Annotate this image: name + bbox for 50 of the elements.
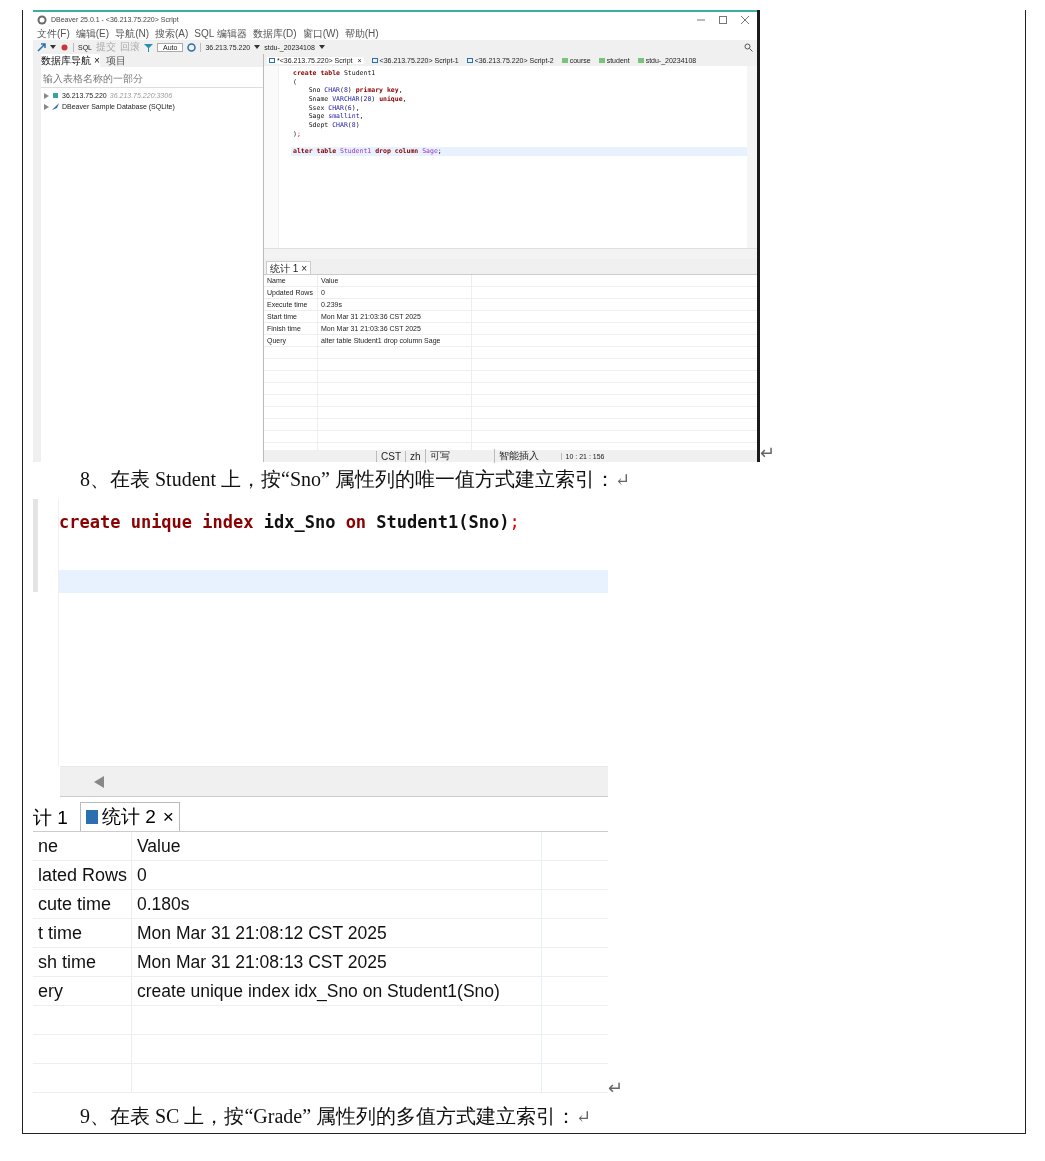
close-icon[interactable] bbox=[741, 15, 749, 24]
connect-icon[interactable] bbox=[37, 42, 46, 52]
result-tab[interactable]: 计 1 bbox=[33, 805, 72, 831]
table-cell: 0 bbox=[132, 861, 542, 889]
table-cell: Mon Mar 31 21:08:13 CST 2025 bbox=[132, 948, 542, 976]
result-tab[interactable]: 统计 1 × bbox=[266, 261, 312, 274]
table-cell: sh time bbox=[33, 948, 132, 976]
menu-item[interactable]: 帮助(H) bbox=[344, 26, 379, 41]
dropdown-arrow-icon[interactable] bbox=[254, 44, 261, 50]
panel-tab[interactable]: 数据库导航 × bbox=[41, 53, 100, 68]
panel-tab[interactable]: 项目 bbox=[105, 53, 126, 68]
filter-icon[interactable] bbox=[144, 42, 153, 52]
dropdown-arrow-icon[interactable] bbox=[50, 44, 56, 50]
table-cell: lated Rows bbox=[33, 861, 132, 889]
status-item: CST bbox=[376, 450, 405, 462]
status-item: zh bbox=[405, 450, 425, 462]
menu-item[interactable]: 编辑(E) bbox=[75, 26, 110, 41]
result-tab[interactable]: 统计 2 × bbox=[79, 802, 180, 831]
table-cell: ery bbox=[33, 977, 132, 1005]
scroll-bar[interactable] bbox=[747, 66, 757, 248]
close-icon[interactable]: × bbox=[301, 263, 308, 274]
maximize-icon[interactable] bbox=[719, 15, 727, 24]
return-mark: ↵ bbox=[760, 444, 775, 462]
table-cell: t time bbox=[33, 919, 132, 947]
code-line: create unique index idx_Sno on Student1(Sno); bbox=[59, 511, 521, 533]
table-cell: Value bbox=[132, 832, 542, 860]
status-item: 可写 bbox=[424, 449, 454, 463]
dropdown-arrow-icon[interactable] bbox=[318, 44, 325, 50]
menu-item[interactable]: 窗口(W) bbox=[302, 26, 339, 41]
table-cell: Mon Mar 31 21:08:12 CST 2025 bbox=[132, 919, 542, 947]
close-icon[interactable]: × bbox=[94, 54, 100, 66]
paragraph: 8、在表 Student 上，按“Sno” 属性列的唯一值方式建立索引：↵ bbox=[80, 467, 632, 492]
search-icon[interactable] bbox=[744, 42, 753, 52]
server-icon bbox=[52, 92, 59, 99]
menu-item[interactable]: 导航(N) bbox=[115, 26, 149, 41]
menu-item[interactable]: 数据库(D) bbox=[252, 26, 297, 41]
menu-item[interactable]: SQL 编辑器 bbox=[194, 26, 247, 41]
return-mark: ↵ bbox=[608, 1079, 623, 1097]
feather-icon bbox=[52, 103, 59, 110]
table-cell: create unique index idx_Sno on Student1(Sno) bbox=[132, 977, 542, 1005]
scroll-bar[interactable] bbox=[60, 766, 608, 797]
paragraph: 9、在表 SC 上，按“Grade” 属性列的多值方式建立索引：↵ bbox=[80, 1104, 593, 1129]
close-icon[interactable]: × bbox=[162, 806, 174, 828]
status-item: 智能插入 bbox=[493, 449, 543, 463]
table-cell: ne bbox=[33, 832, 132, 860]
table-cell: 0.180s bbox=[132, 890, 542, 918]
menu-item[interactable]: 搜索(A) bbox=[155, 26, 189, 41]
table-cell: cute time bbox=[33, 890, 132, 918]
menu-item[interactable]: 文件(F) bbox=[37, 26, 70, 41]
scroll-left-icon[interactable] bbox=[94, 775, 104, 788]
